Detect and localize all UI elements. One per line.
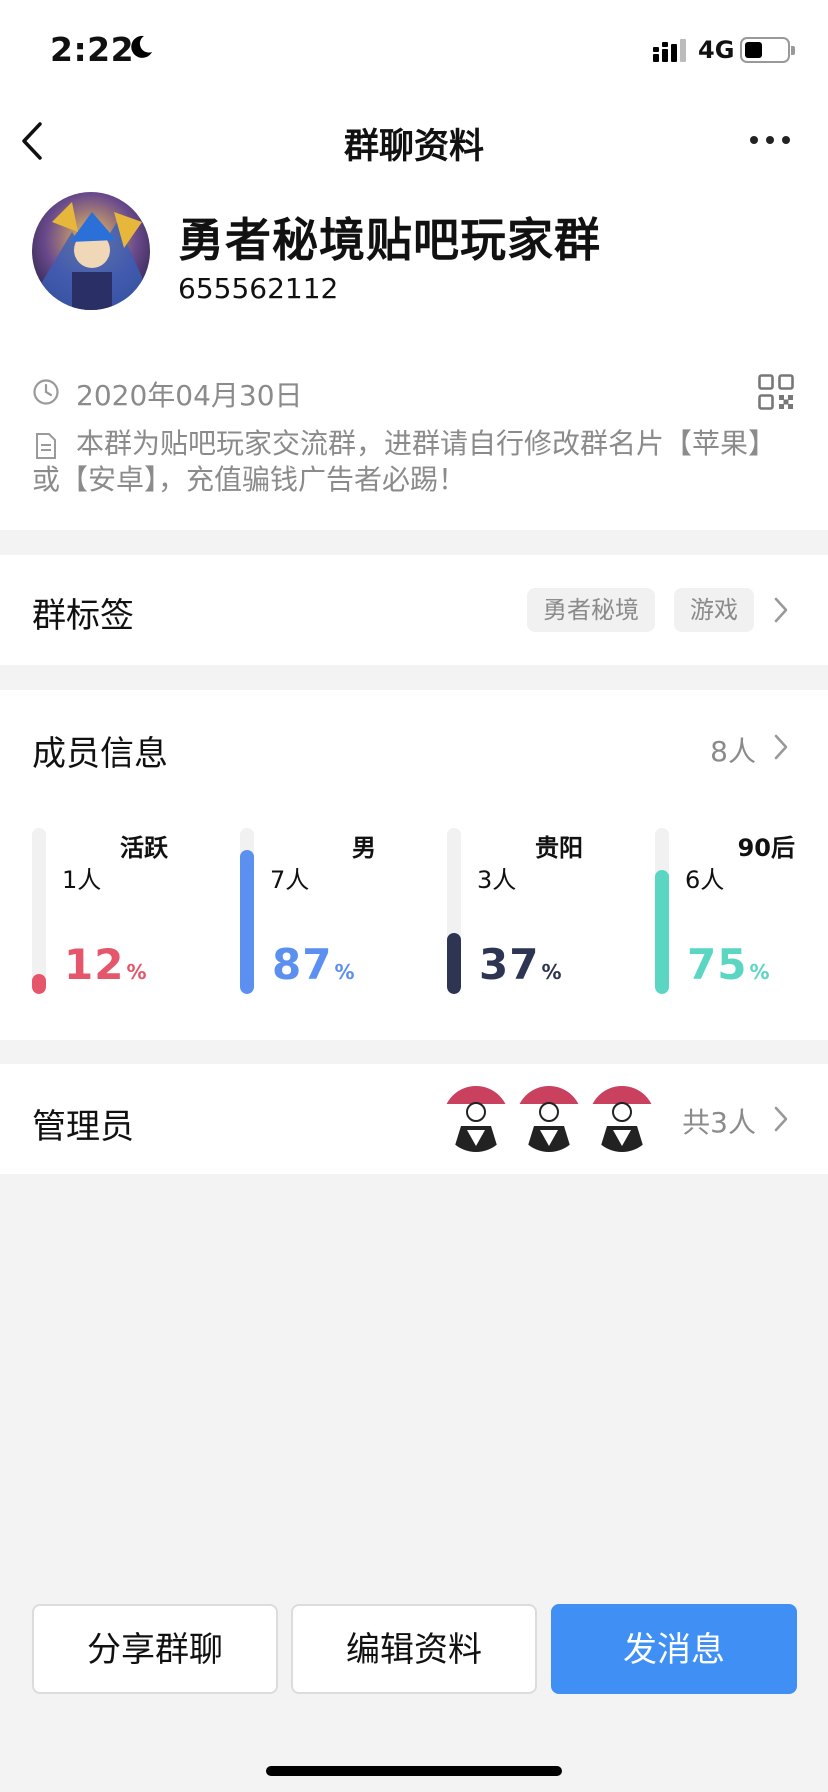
stat-percent-value: 12 xyxy=(64,940,125,989)
admin-total: 共3人 xyxy=(682,1106,756,1139)
home-indicator xyxy=(266,1766,562,1776)
tags-label: 群标签 xyxy=(32,596,134,636)
stat-bar-fill xyxy=(447,932,461,994)
stat-bar-fill xyxy=(240,849,254,994)
clock-icon xyxy=(33,379,59,405)
chevron-right-icon xyxy=(774,597,788,623)
stat-title: 活跃 xyxy=(120,834,168,862)
admin-avatar xyxy=(516,1086,582,1152)
edit-profile-button[interactable]: 编辑资料 xyxy=(291,1604,537,1694)
admin-avatar xyxy=(443,1086,509,1152)
stat-title: 男 xyxy=(352,834,376,862)
group-tags-row[interactable]: 群标签 勇者秘境 游戏 xyxy=(0,555,828,665)
stat-percent: 87% xyxy=(272,940,356,989)
stat-percent-unit: % xyxy=(541,960,563,984)
stat-bar-fill xyxy=(655,869,669,994)
admins-label: 管理员 xyxy=(32,1107,134,1147)
stat-bar-fill xyxy=(32,974,46,994)
stat-active: 活跃 1人 12% xyxy=(32,828,232,998)
tag-chip: 游戏 xyxy=(674,588,754,632)
stat-percent-value: 37 xyxy=(479,940,540,989)
stat-percent-value: 87 xyxy=(272,940,333,989)
status-time: 2:22 xyxy=(50,30,135,69)
stat-percent-unit: % xyxy=(334,960,356,984)
stat-percent: 37% xyxy=(479,940,563,989)
group-id: 655562112 xyxy=(178,272,339,305)
chevron-right-icon xyxy=(774,1106,788,1132)
stat-title: 贵阳 xyxy=(535,834,583,862)
stat-percent-unit: % xyxy=(126,960,148,984)
stat-percent: 12% xyxy=(64,940,148,989)
signal-icon xyxy=(653,39,686,62)
more-icon[interactable] xyxy=(748,128,792,152)
admin-avatar xyxy=(589,1086,655,1152)
stat-percent: 75% xyxy=(687,940,771,989)
created-date: 2020年04月30日 xyxy=(76,379,303,412)
stat-location: 贵阳 3人 37% xyxy=(447,828,647,998)
stat-male: 男 7人 87% xyxy=(240,828,440,998)
admins-row[interactable]: 管理员 共3人 xyxy=(0,1064,828,1174)
battery-icon xyxy=(740,37,795,63)
group-header: 勇者秘境贴吧玩家群 655562112 2020年04月30日 本群为贴吧玩家交… xyxy=(0,182,828,530)
network-type: 4G xyxy=(698,36,735,64)
nav-bar: 群聊资料 xyxy=(0,100,828,182)
send-message-button[interactable]: 发消息 xyxy=(551,1604,797,1694)
page-title: 群聊资料 xyxy=(343,127,484,167)
group-avatar[interactable] xyxy=(32,192,150,310)
chevron-right-icon xyxy=(774,734,788,760)
stat-count: 1人 xyxy=(62,866,102,894)
qr-code-icon[interactable] xyxy=(758,374,794,410)
group-name: 勇者秘境贴吧玩家群 xyxy=(178,213,601,267)
stat-count: 7人 xyxy=(270,866,310,894)
moon-icon xyxy=(131,35,152,58)
group-description: 本群为贴吧玩家交流群，进群请自行修改群名片【苹果】或【安卓】，充值骗钱广告者必踢… xyxy=(32,427,777,496)
member-count: 8人 xyxy=(710,735,756,768)
tag-chip: 勇者秘境 xyxy=(527,588,655,632)
stat-percent-value: 75 xyxy=(687,940,748,989)
stat-count: 6人 xyxy=(685,866,725,894)
member-info-label: 成员信息 xyxy=(32,734,168,774)
stat-percent-unit: % xyxy=(749,960,771,984)
stat-age: 90后 6人 75% xyxy=(655,828,828,998)
share-group-button[interactable]: 分享群聊 xyxy=(32,1604,278,1694)
stat-title: 90后 xyxy=(737,834,795,862)
member-info-section[interactable]: 成员信息 8人 活跃 1人 12% 男 7人 87% 贵阳 3人 37% 90后… xyxy=(0,690,828,1040)
status-bar: 2:22 4G xyxy=(0,0,828,100)
bottom-action-bar: 分享群聊 编辑资料 发消息 xyxy=(0,1572,828,1792)
stat-count: 3人 xyxy=(477,866,517,894)
